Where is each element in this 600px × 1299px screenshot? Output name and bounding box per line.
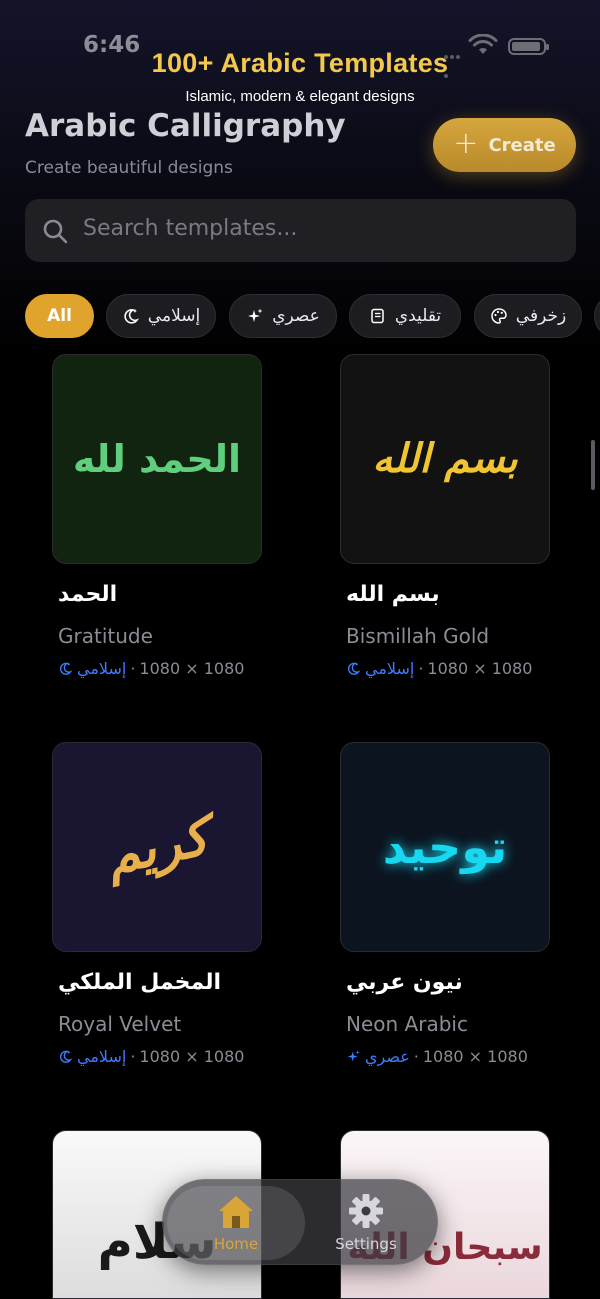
template-meta: إسلامي · 1080 × 1080 — [58, 1047, 244, 1066]
template-preview: بسم الله — [340, 354, 550, 564]
palette-icon — [491, 308, 507, 324]
template-title: نيون عربي — [346, 970, 463, 995]
template-category-label: إسلامي — [77, 1047, 127, 1066]
template-category-label: إسلامي — [365, 659, 415, 678]
meta-separator: · — [130, 659, 136, 678]
filter-chip-more[interactable] — [594, 294, 600, 338]
filter-chip-modern[interactable]: عصري — [229, 294, 337, 338]
template-title: المخمل الملكي — [58, 970, 222, 995]
filter-chip-decorative[interactable]: زخرفي — [474, 294, 582, 338]
meta-separator: · — [130, 1047, 136, 1066]
template-category: إسلامي — [346, 659, 414, 678]
filter-chip-label: All — [47, 306, 72, 326]
template-preview: كريم — [52, 742, 262, 952]
moon-star-icon — [347, 662, 361, 675]
moon-star-icon — [124, 309, 139, 324]
page-subtitle: Create beautiful designs — [25, 158, 233, 178]
banner-title: 100+ Arabic Templates — [151, 48, 449, 78]
filter-chip-label: إسلامي — [147, 306, 201, 326]
template-name: Gratitude — [58, 624, 153, 648]
calligraphy-text: الحمد لله — [72, 437, 242, 481]
template-preview: الحمد لله — [52, 354, 262, 564]
template-category-label: إسلامي — [77, 659, 127, 678]
moon-star-icon — [59, 662, 73, 675]
template-meta: إسلامي · 1080 × 1080 — [346, 659, 532, 678]
template-name: Neon Arabic — [346, 1012, 468, 1036]
template-title: بسم الله — [346, 582, 440, 607]
template-category: عصري — [346, 1047, 410, 1066]
gear-icon — [349, 1194, 383, 1228]
template-preview: توحيد — [340, 742, 550, 952]
plus-icon: + — [453, 125, 479, 161]
template-category: إسلامي — [58, 659, 126, 678]
filter-chip-label: عصري — [272, 306, 320, 326]
home-icon — [219, 1196, 253, 1228]
calligraphy-text: بسم الله — [372, 436, 518, 482]
sparkle-icon — [248, 308, 263, 322]
filter-chip-all[interactable]: All — [25, 294, 94, 338]
tab-home[interactable]: Home — [167, 1186, 305, 1260]
template-category-label: عصري — [365, 1047, 410, 1066]
template-size: 1080 × 1080 — [139, 659, 245, 678]
scroll-icon — [371, 308, 384, 324]
moon-star-icon — [59, 1050, 73, 1063]
tab-settings[interactable]: Settings — [297, 1186, 435, 1260]
meta-separator: · — [413, 1047, 419, 1066]
search-icon — [43, 219, 68, 244]
filter-chip-traditional[interactable]: تقليدي — [349, 294, 461, 338]
tab-bar: Home Settings — [162, 1179, 438, 1265]
template-meta: عصري · 1080 × 1080 — [346, 1047, 528, 1066]
template-category: إسلامي — [58, 1047, 126, 1066]
calligraphy-text: توحيد — [382, 820, 508, 874]
template-size: 1080 × 1080 — [139, 1047, 245, 1066]
page-title: Arabic Calligraphy — [25, 108, 346, 144]
filter-chip-label: تقليدي — [394, 306, 442, 326]
search-input[interactable]: Search templates... — [25, 199, 576, 262]
tab-home-label: Home — [213, 1235, 259, 1253]
template-name: Royal Velvet — [58, 1012, 182, 1036]
create-button[interactable]: + Create — [433, 118, 576, 172]
tab-settings-label: Settings — [335, 1235, 397, 1253]
calligraphy-text: كريم — [100, 806, 214, 888]
template-meta: إسلامي · 1080 × 1080 — [58, 659, 244, 678]
search-placeholder: Search templates... — [83, 216, 298, 241]
template-size: 1080 × 1080 — [422, 1047, 528, 1066]
create-button-label: Create — [488, 134, 556, 156]
sparkle-icon — [347, 1050, 360, 1062]
filter-chip-label: زخرفي — [515, 306, 567, 326]
filter-chip-islamic[interactable]: إسلامي — [106, 294, 216, 338]
banner-subtitle: Islamic, modern & elegant designs — [185, 88, 415, 105]
template-title: الحمد — [58, 582, 118, 607]
scrollbar[interactable] — [591, 440, 595, 490]
category-filter-bar: All إسلامي عصري تقليدي زخرفي — [0, 294, 600, 340]
template-size: 1080 × 1080 — [427, 659, 533, 678]
template-name: Bismillah Gold — [346, 624, 490, 648]
meta-separator: · — [418, 659, 424, 678]
